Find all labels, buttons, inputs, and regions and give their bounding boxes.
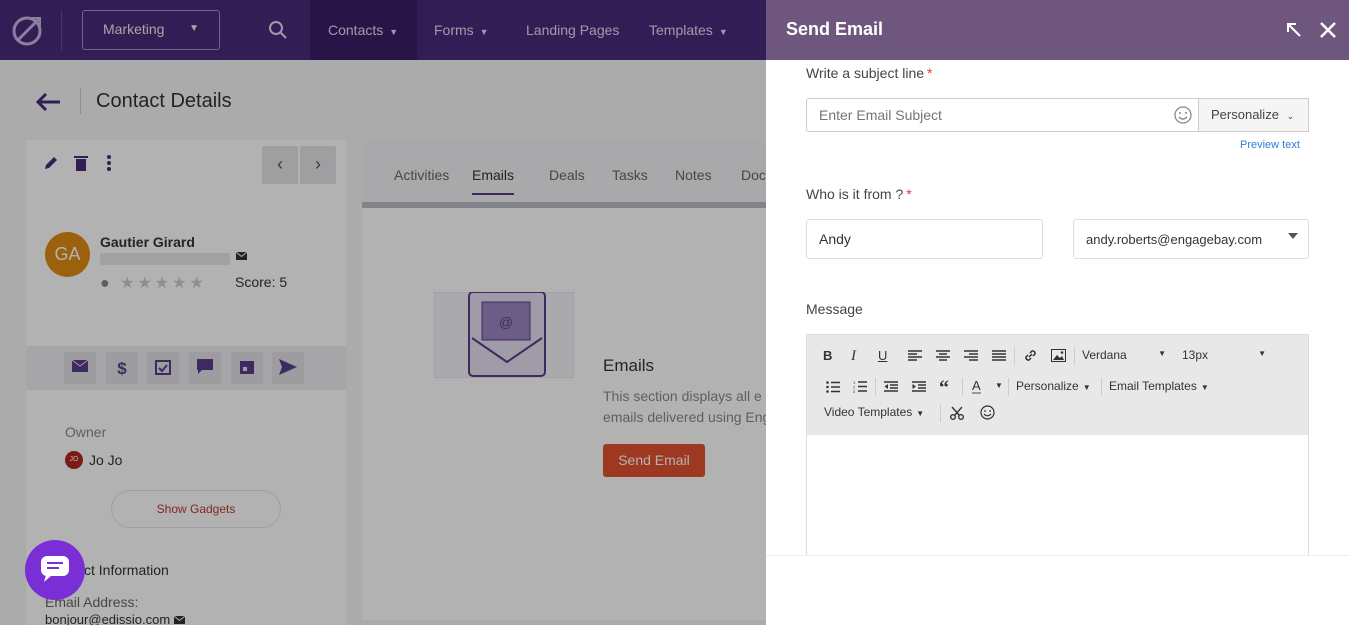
from-email-select[interactable]: andy.roberts@engagebay.com xyxy=(1073,219,1309,259)
video-templates-menu[interactable]: Video Templates ▼ xyxy=(824,405,924,419)
align-right-icon[interactable] xyxy=(964,350,978,361)
toolbar-divider xyxy=(1074,347,1075,365)
drawer-footer xyxy=(766,555,1349,625)
caret-down-icon xyxy=(1288,233,1298,239)
align-left-icon[interactable] xyxy=(908,350,922,361)
subject-input[interactable] xyxy=(806,98,1199,132)
toolbar-divider xyxy=(940,404,941,422)
from-email-value: andy.roberts@engagebay.com xyxy=(1086,232,1263,247)
message-editor: B I U Verdana ▼ 13px ▼ 123 “ A ▼ Personali… xyxy=(806,334,1309,564)
subject-label-text: Write a subject line xyxy=(806,65,925,81)
subject-label: Write a subject line * xyxy=(806,65,932,81)
personalize-dropdown[interactable]: Personalize ⌄ xyxy=(1199,98,1309,132)
from-name-input[interactable] xyxy=(806,219,1043,259)
chat-icon xyxy=(41,556,69,582)
chat-widget-button[interactable] xyxy=(25,540,85,600)
drawer-title: Send Email xyxy=(786,19,884,39)
required-mark: * xyxy=(906,186,912,202)
caret-down-icon: ▼ xyxy=(1258,349,1266,358)
image-icon[interactable] xyxy=(1051,349,1066,362)
toolbar-divider xyxy=(1014,347,1015,365)
expand-icon[interactable] xyxy=(1284,20,1304,40)
personalize-menu-label: Personalize xyxy=(1016,379,1079,393)
emoji-icon[interactable] xyxy=(980,405,995,420)
toolbar-divider xyxy=(875,378,876,396)
drawer-header: Send Email xyxy=(766,0,1349,60)
chevron-down-icon: ⌄ xyxy=(1286,111,1295,121)
align-justify-icon[interactable] xyxy=(992,350,1006,361)
editor-toolbar: B I U Verdana ▼ 13px ▼ 123 “ A ▼ Personali… xyxy=(807,335,1308,435)
numbered-list-icon[interactable]: 123 xyxy=(853,380,867,393)
font-size-dropdown[interactable]: 13px ▼ xyxy=(1182,348,1266,362)
bulleted-list-icon[interactable] xyxy=(826,381,840,393)
personalize-menu[interactable]: Personalize ▼ xyxy=(1016,379,1091,393)
emoji-icon[interactable] xyxy=(1174,106,1192,124)
toolbar-divider xyxy=(1008,378,1009,396)
blockquote-icon[interactable]: “ xyxy=(939,377,949,400)
video-templates-label: Video Templates xyxy=(824,405,913,419)
link-icon[interactable] xyxy=(1023,348,1038,363)
email-templates-label: Email Templates xyxy=(1109,379,1197,393)
bold-icon[interactable]: B xyxy=(823,348,832,363)
from-label: Who is it from ? * xyxy=(806,186,912,202)
toolbar-divider xyxy=(962,378,963,396)
message-label: Message xyxy=(806,301,863,317)
caret-down-icon: ▼ xyxy=(1082,383,1091,392)
caret-down-icon[interactable]: ▼ xyxy=(995,381,1003,390)
personalize-label: Personalize xyxy=(1211,107,1279,122)
italic-icon[interactable]: I xyxy=(851,348,856,365)
underline-icon[interactable]: U xyxy=(878,348,887,363)
preview-text-link[interactable]: Preview text xyxy=(1240,139,1300,151)
required-mark: * xyxy=(927,65,933,81)
font-family-dropdown[interactable]: Verdana ▼ xyxy=(1082,348,1166,362)
email-templates-menu[interactable]: Email Templates ▼ xyxy=(1109,379,1209,393)
from-label-text: Who is it from ? xyxy=(806,186,904,202)
font-size-value: 13px xyxy=(1182,348,1209,362)
font-family-value: Verdana xyxy=(1082,348,1127,362)
message-body-editor[interactable] xyxy=(807,435,1308,563)
caret-down-icon: ▼ xyxy=(1200,383,1209,392)
text-color-icon[interactable]: A xyxy=(972,379,981,394)
caret-down-icon: ▼ xyxy=(1158,349,1166,358)
svg-text:3: 3 xyxy=(853,389,856,393)
indent-icon[interactable] xyxy=(912,381,926,392)
send-email-drawer: Send Email Write a subject line* Persona… xyxy=(766,0,1349,625)
scissors-icon[interactable] xyxy=(950,406,964,420)
align-center-icon[interactable] xyxy=(936,350,950,361)
close-icon[interactable] xyxy=(1318,20,1338,40)
toolbar-divider xyxy=(1101,378,1102,396)
caret-down-icon: ▼ xyxy=(916,409,925,418)
outdent-icon[interactable] xyxy=(884,381,898,392)
